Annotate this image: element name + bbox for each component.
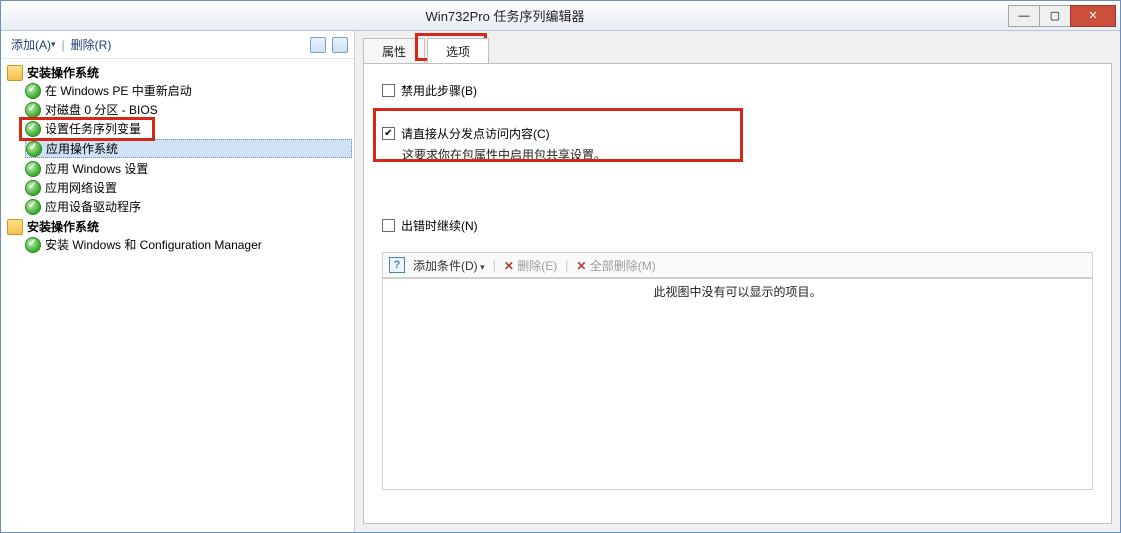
label-continue-on-error: 出错时继续(N)	[401, 217, 478, 234]
conditions-list[interactable]: 此视图中没有可以显示的项目。	[382, 278, 1093, 490]
remove-menu[interactable]: 删除(R)	[67, 36, 116, 53]
close-button[interactable]: ✕	[1070, 5, 1116, 27]
tree-item[interactable]: 设置任务序列变量	[45, 120, 141, 137]
task-tree[interactable]: 安装操作系统 在 Windows PE 中重新启动 对磁盘 0 分区 - BIO…	[1, 59, 354, 532]
check-icon	[25, 83, 41, 99]
check-icon	[25, 121, 41, 137]
tree-group-label[interactable]: 安装操作系统	[27, 64, 99, 81]
left-panel: 添加(A) | 删除(R) 安装操作系统 在 Windows PE 中重新启动 …	[1, 31, 355, 532]
separator: |	[565, 258, 568, 272]
tab-options[interactable]: 选项	[427, 38, 489, 63]
maximize-button[interactable]: ▢	[1039, 5, 1071, 27]
tree-item[interactable]: 安装 Windows 和 Configuration Manager	[45, 236, 262, 253]
tree-item[interactable]: 应用设备驱动程序	[45, 198, 141, 215]
help-icon[interactable]: ?	[389, 257, 405, 273]
right-panel: 属性 选项 禁用此步骤(B) 请直接从分发点访问内容(C) 这要求你在包属性中启…	[355, 31, 1120, 532]
tree-item-selected[interactable]: 应用操作系统	[46, 140, 118, 157]
toolbar-icon-1[interactable]	[310, 37, 326, 53]
options-pane: 禁用此步骤(B) 请直接从分发点访问内容(C) 这要求你在包属性中启用包共享设置…	[363, 63, 1112, 524]
label-access-content-note: 这要求你在包属性中启用包共享设置。	[402, 146, 1093, 163]
check-icon	[25, 161, 41, 177]
check-icon	[25, 237, 41, 253]
checkbox-continue-on-error[interactable]	[382, 219, 395, 232]
tab-properties[interactable]: 属性	[363, 38, 425, 63]
separator: |	[493, 258, 496, 272]
folder-icon	[7, 219, 23, 235]
check-icon	[25, 102, 41, 118]
add-menu[interactable]: 添加(A)	[7, 36, 60, 53]
tree-group-label[interactable]: 安装操作系统	[27, 218, 99, 235]
toolbar-icon-2[interactable]	[332, 37, 348, 53]
delete-all-conditions-button: ✕ 全部删除(M)	[576, 257, 655, 274]
toolbar-separator: |	[60, 38, 67, 52]
label-access-content: 请直接从分发点访问内容(C)	[401, 125, 550, 142]
tree-item[interactable]: 在 Windows PE 中重新启动	[45, 82, 192, 99]
delete-condition-button: ✕ 删除(E)	[504, 257, 557, 274]
add-condition-button[interactable]: 添加条件(D) ▾	[413, 257, 485, 274]
tab-strip: 属性 选项	[363, 37, 1112, 63]
check-icon	[25, 199, 41, 215]
check-icon	[26, 141, 42, 157]
label-disable-step: 禁用此步骤(B)	[401, 82, 477, 99]
empty-list-message: 此视图中没有可以显示的项目。	[653, 283, 821, 300]
checkbox-disable-step[interactable]	[382, 84, 395, 97]
window-title: Win732Pro 任务序列编辑器	[1, 6, 1009, 25]
check-icon	[25, 180, 41, 196]
window-buttons: — ▢ ✕	[1009, 5, 1116, 27]
conditions-toolbar: ? 添加条件(D) ▾ | ✕ 删除(E) | ✕ 全部删除(M)	[382, 252, 1093, 278]
left-toolbar: 添加(A) | 删除(R)	[1, 31, 354, 59]
tree-item[interactable]: 应用网络设置	[45, 179, 117, 196]
titlebar: Win732Pro 任务序列编辑器 — ▢ ✕	[1, 1, 1120, 31]
tree-item[interactable]: 应用 Windows 设置	[45, 160, 148, 177]
tree-item[interactable]: 对磁盘 0 分区 - BIOS	[45, 101, 158, 118]
minimize-button[interactable]: —	[1008, 5, 1040, 27]
folder-icon	[7, 65, 23, 81]
checkbox-access-content[interactable]	[382, 127, 395, 140]
